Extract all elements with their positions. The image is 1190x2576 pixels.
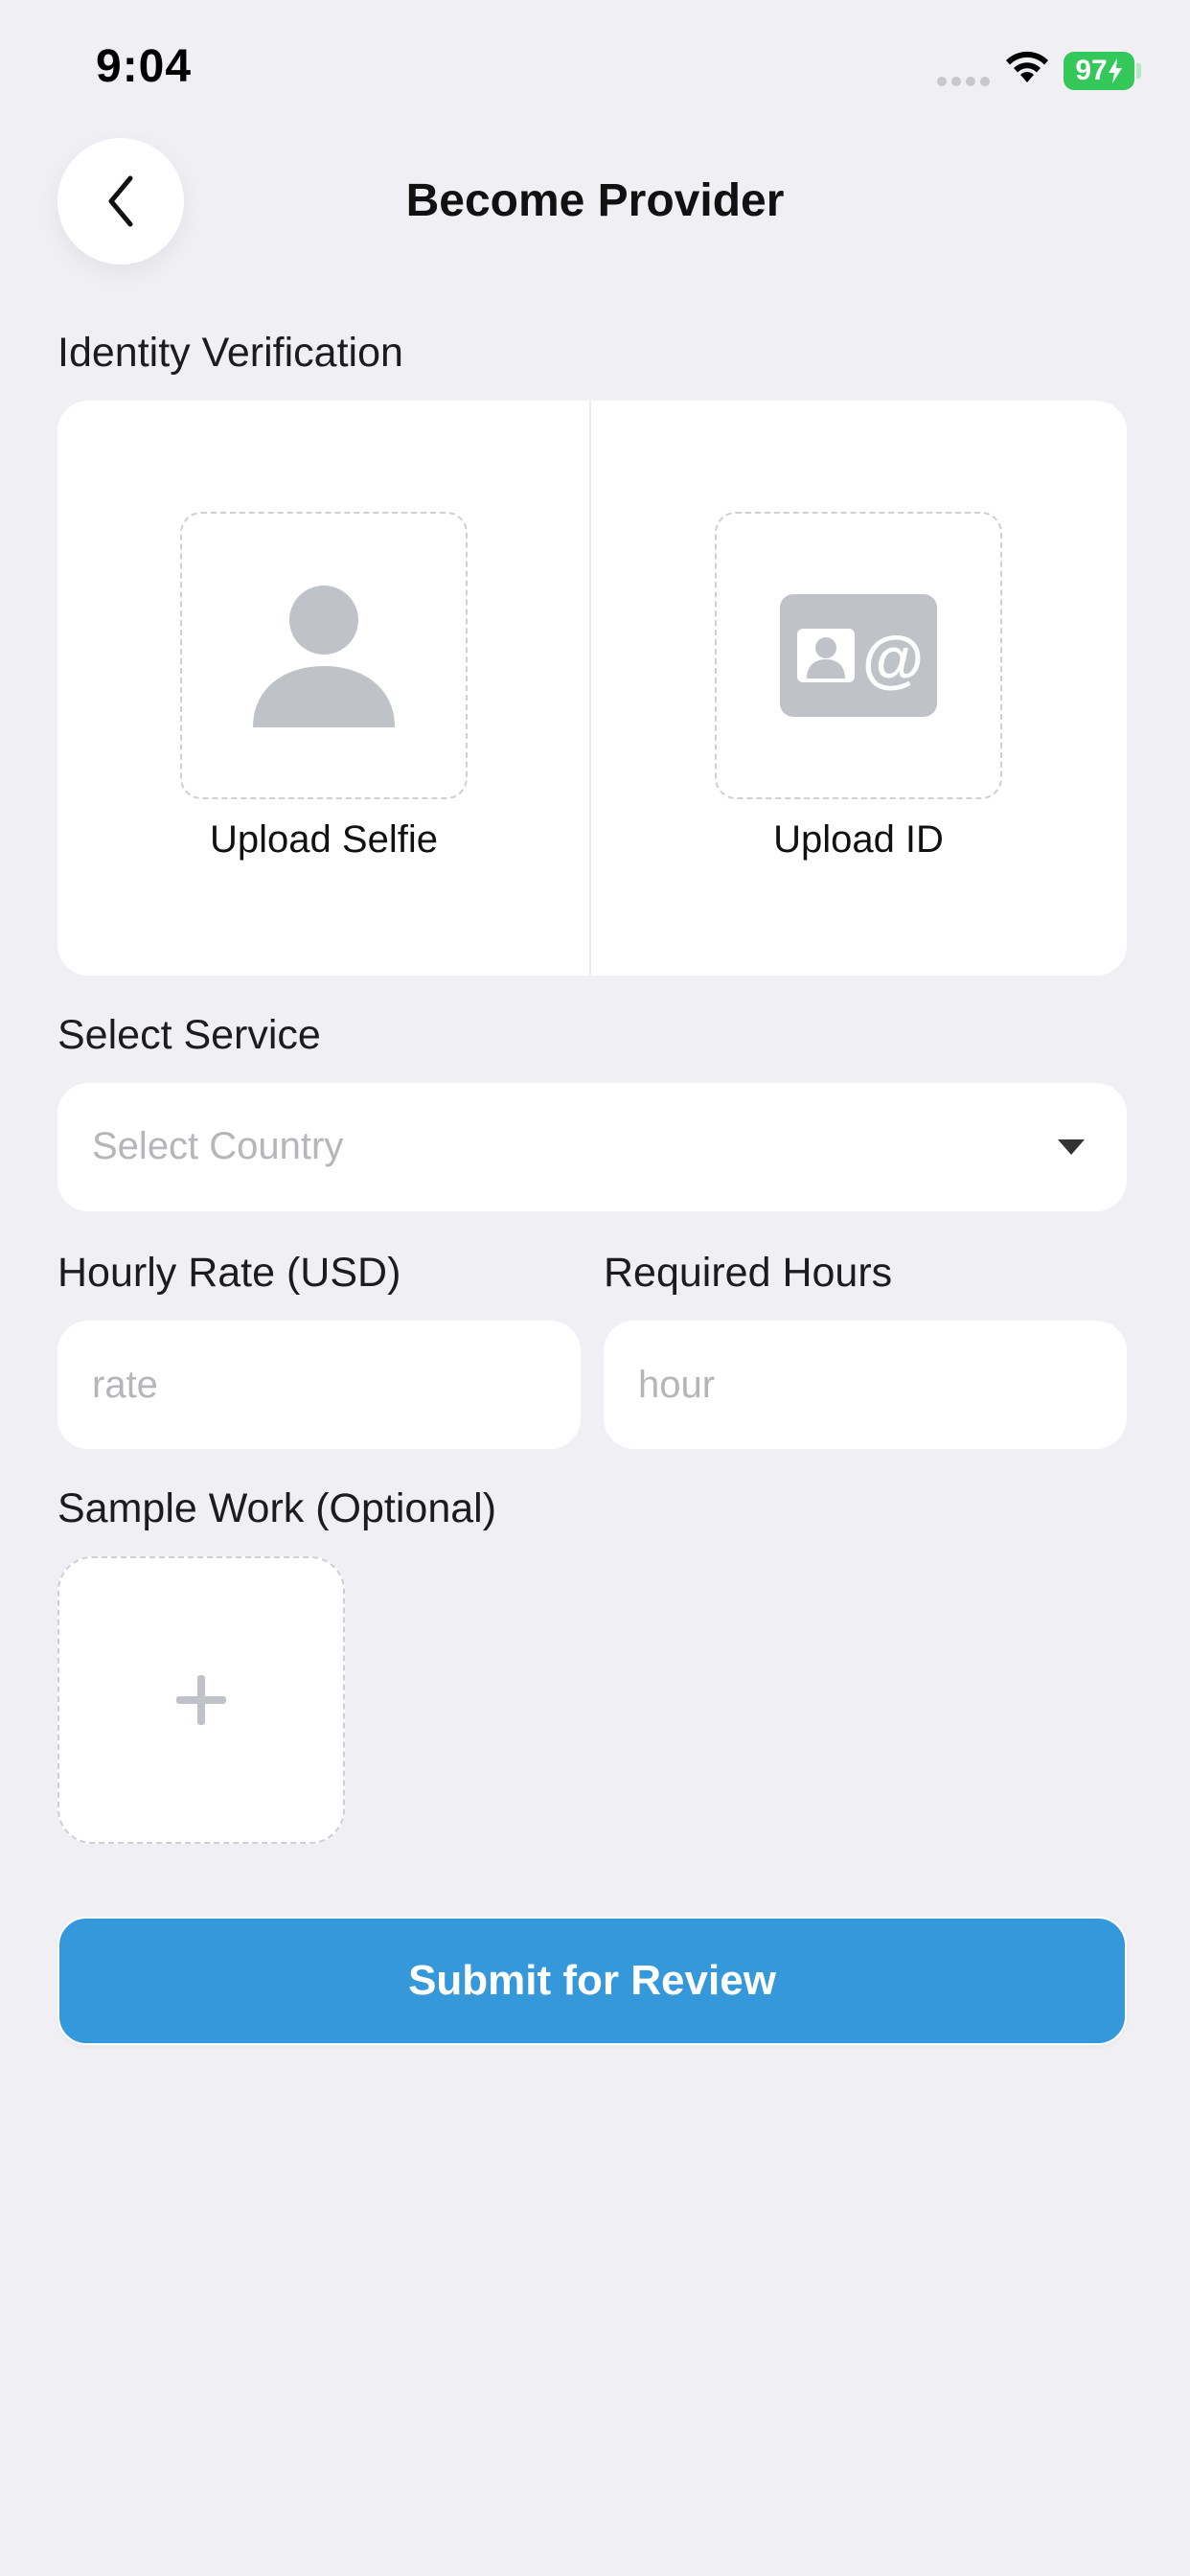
charging-bolt-icon bbox=[1108, 58, 1122, 83]
rate-input[interactable] bbox=[57, 1321, 581, 1449]
battery-tip bbox=[1136, 63, 1141, 79]
upload-selfie-label: Upload Selfie bbox=[210, 818, 438, 861]
hours-input[interactable] bbox=[604, 1321, 1127, 1449]
battery-level: 97 bbox=[1075, 55, 1108, 86]
caret-down-icon bbox=[1058, 1139, 1085, 1155]
identity-card: Upload Selfie @ Upload ID bbox=[57, 401, 1127, 976]
hours-label: Required Hours bbox=[604, 1250, 893, 1296]
cellular-signal-icon bbox=[937, 77, 990, 86]
id-card-icon: @ bbox=[780, 594, 937, 717]
plus-icon bbox=[176, 1675, 226, 1725]
rate-label: Hourly Rate (USD) bbox=[57, 1250, 401, 1296]
upload-id-button[interactable]: @ bbox=[715, 512, 1002, 799]
identity-section-label: Identity Verification bbox=[57, 330, 403, 376]
service-section-label: Select Service bbox=[57, 1012, 321, 1058]
upload-selfie-button[interactable] bbox=[180, 512, 468, 799]
sample-work-label: Sample Work (Optional) bbox=[57, 1485, 497, 1531]
svg-text:@: @ bbox=[862, 623, 924, 694]
battery-indicator: 97 bbox=[1064, 52, 1134, 90]
wifi-icon bbox=[1006, 51, 1048, 82]
page-title: Become Provider bbox=[405, 175, 785, 226]
submit-for-review-button[interactable]: Submit for Review bbox=[57, 1917, 1127, 2045]
add-sample-work-button[interactable] bbox=[57, 1556, 345, 1844]
card-divider bbox=[589, 401, 591, 976]
status-time: 9:04 bbox=[96, 41, 193, 92]
service-select-placeholder: Select Country bbox=[92, 1125, 344, 1167]
upload-id-label: Upload ID bbox=[773, 818, 944, 861]
person-icon bbox=[253, 586, 395, 727]
service-select[interactable]: Select Country bbox=[57, 1083, 1127, 1211]
